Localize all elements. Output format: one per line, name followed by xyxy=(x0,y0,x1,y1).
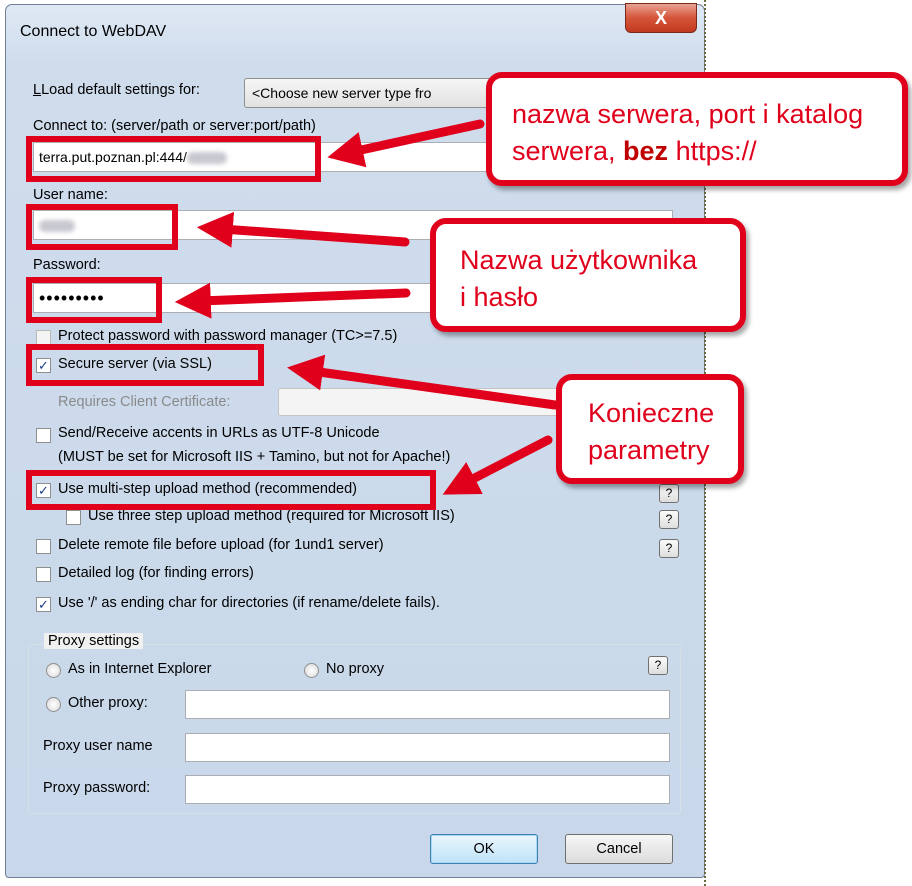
callout-server: nazwa serwera, port i katalog serwera, b… xyxy=(486,72,908,186)
callout-params-line2: parametry xyxy=(588,435,710,465)
callout-user: Nazwa użytkownika i hasło xyxy=(430,218,746,332)
arrow-secure-server xyxy=(287,354,560,410)
arrow-user-name xyxy=(196,211,410,248)
callout-user-line1: Nazwa użytkownika xyxy=(460,245,698,275)
callout-params: Konieczne parametry xyxy=(556,374,744,484)
callout-params-line1: Konieczne xyxy=(588,398,715,428)
callout-server-line2-pre: serwera, xyxy=(512,136,624,166)
arrow-multi-step xyxy=(442,435,553,495)
arrow-connect-to xyxy=(327,119,485,168)
callout-user-line2: i hasło xyxy=(460,282,539,312)
callout-server-line2: serwera, bez https:// xyxy=(512,133,902,170)
callout-server-line1: nazwa serwera, port i katalog xyxy=(512,99,864,129)
arrow-password xyxy=(174,282,411,319)
callout-server-line2-post: https:// xyxy=(668,136,757,166)
callout-server-line2-bold: bez xyxy=(623,136,669,166)
